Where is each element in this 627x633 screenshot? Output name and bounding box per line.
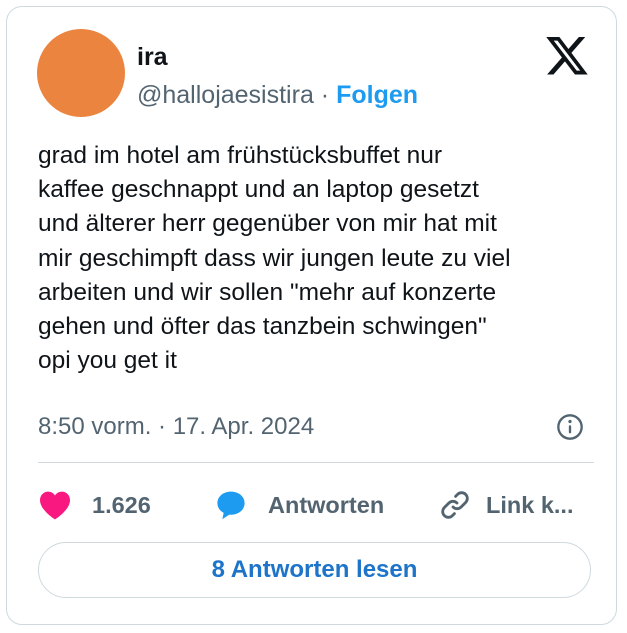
x-logo-icon[interactable] [546,37,588,75]
copy-link-button[interactable]: Link k... [438,483,574,527]
like-button[interactable]: 1.626 [38,483,151,527]
read-replies-label: 8 Antworten lesen [211,556,418,583]
reply-button[interactable]: Antworten [214,483,384,527]
copy-link-label: Link k... [486,491,574,518]
avatar[interactable] [37,29,125,117]
tweet-text: grad im hotel am frühstücksbuffet nur ka… [38,142,511,375]
tweet-timestamp[interactable]: 8:50 vorm. · 17. Apr. 2024 [38,412,314,442]
separator-dot: · [320,81,330,109]
speech-bubble-icon [217,491,245,520]
like-count: 1.626 [92,491,151,518]
tweet-card: ira @hallojaesistira · Folgen grad im ho… [6,6,617,625]
link-icon [441,491,469,519]
reply-label: Antworten [268,491,385,518]
read-replies-button[interactable]: 8 Antworten lesen [38,542,591,598]
heart-icon [40,491,70,520]
author-handle[interactable]: @hallojaesistira [137,81,314,109]
action-bar: 1.626 Antworten Link k... [38,483,598,527]
author-handle-row: @hallojaesistira · Folgen [137,81,418,109]
author-name[interactable]: ira [137,43,168,71]
follow-button[interactable]: Folgen [336,81,418,109]
divider [38,462,594,463]
info-icon[interactable] [556,413,584,441]
